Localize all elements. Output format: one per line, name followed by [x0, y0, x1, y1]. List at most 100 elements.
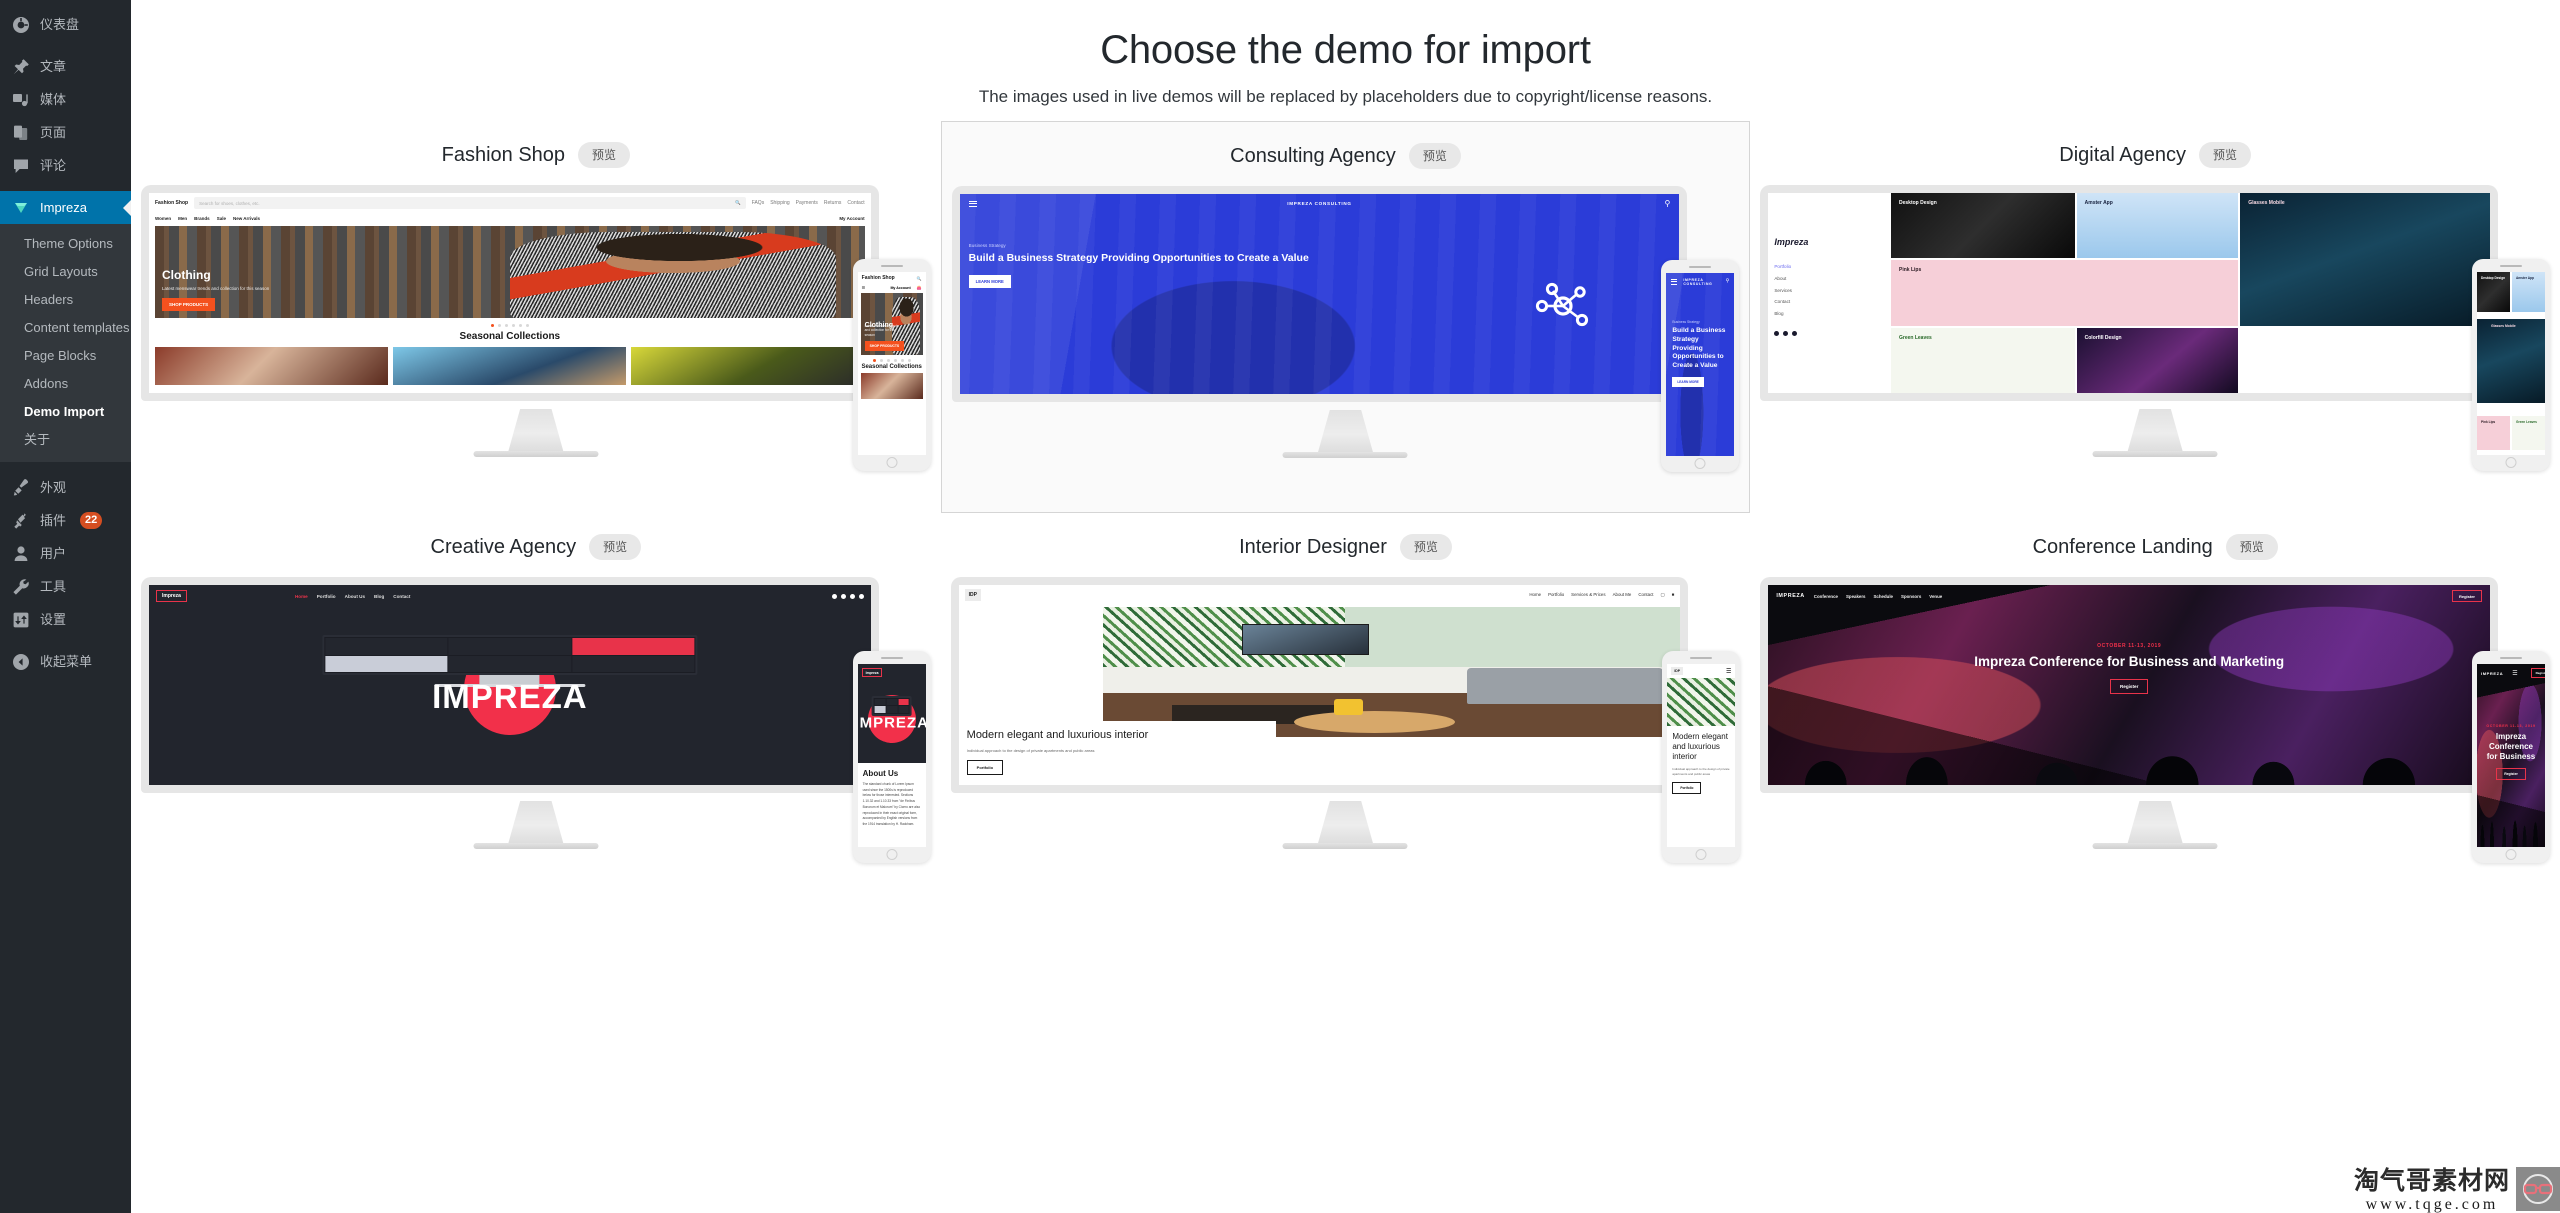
nav-link[interactable]: Men — [178, 216, 187, 221]
instagram-icon[interactable] — [1783, 330, 1789, 336]
slider-dot[interactable] — [490, 324, 494, 327]
demo-card-fashion-shop[interactable]: Fashion Shop 预览 Fashion Shop Search for … — [131, 121, 941, 513]
demo-card-creative-agency[interactable]: Creative Agency 预览 Impreza Home Portfoli… — [131, 513, 941, 873]
top-link[interactable]: FAQs — [752, 200, 765, 206]
nav-link[interactable]: Venue — [1929, 594, 1942, 599]
nav-link[interactable]: Blog — [1774, 308, 1885, 320]
hero-cta-button[interactable]: Register — [2496, 768, 2526, 780]
houzz-icon[interactable]: ■ — [1672, 592, 1675, 598]
submenu-item-about[interactable]: 关于 — [0, 426, 131, 454]
nav-link[interactable]: Women — [155, 216, 171, 221]
nav-link[interactable]: Home — [295, 594, 308, 599]
sidebar-item-posts[interactable]: 文章 — [0, 50, 131, 83]
top-link[interactable]: Contact — [847, 200, 864, 206]
portfolio-tile[interactable]: Desktop Design — [1891, 193, 2075, 259]
hamburger-icon[interactable]: ☰ — [1726, 668, 1731, 675]
search-icon[interactable]: 🔍 — [917, 276, 922, 281]
nav-link[interactable]: Conference — [1814, 594, 1838, 599]
hamburger-icon[interactable]: ☰ — [862, 285, 866, 290]
facebook-icon[interactable] — [831, 593, 837, 599]
submenu-item-addons[interactable]: Addons — [0, 370, 131, 398]
nav-link[interactable]: Portfolio — [317, 594, 336, 599]
sidebar-item-media[interactable]: 媒体 — [0, 83, 131, 116]
hero-cta-button[interactable]: SHOP PRODUCTS — [864, 341, 905, 351]
hamburger-icon[interactable] — [1671, 277, 1678, 286]
hero-cta-button[interactable]: LEARN MORE — [1672, 377, 1704, 388]
slider-dot[interactable] — [886, 359, 890, 362]
sidebar-item-tools[interactable]: 工具 — [0, 570, 131, 603]
slider-dot[interactable] — [518, 324, 522, 327]
portfolio-tile[interactable]: Colorfill Design — [2076, 327, 2239, 393]
collection-tile[interactable] — [155, 347, 389, 385]
submenu-item-page-blocks[interactable]: Page Blocks — [0, 342, 131, 370]
nav-link[interactable]: Contact — [1774, 296, 1885, 308]
sidebar-item-plugins[interactable]: 插件 22 — [0, 504, 131, 537]
portfolio-tile[interactable]: Green Leaves — [2512, 415, 2545, 450]
search-icon[interactable]: ⚲ — [1664, 199, 1670, 208]
nav-link[interactable]: Sale — [217, 216, 226, 221]
sidebar-item-impreza[interactable]: Impreza — [0, 191, 131, 224]
telegram-icon[interactable] — [1792, 330, 1798, 336]
portfolio-tile[interactable]: Amster App — [2512, 272, 2545, 312]
top-link[interactable]: Payments — [796, 200, 818, 206]
behance-icon[interactable] — [849, 593, 855, 599]
demo-card-consulting-agency[interactable]: Consulting Agency 预览 IMPREZA CONSULTING … — [940, 121, 1751, 513]
preview-button[interactable]: 预览 — [578, 142, 631, 168]
dribbble-icon[interactable] — [840, 593, 846, 599]
portfolio-tile[interactable]: Pink Lips — [1891, 260, 2239, 326]
slider-dot[interactable] — [497, 324, 501, 327]
sidebar-item-pages[interactable]: 页面 — [0, 116, 131, 149]
slider-dot[interactable] — [907, 359, 911, 362]
slider-dot[interactable] — [879, 359, 883, 362]
hero-cta-button[interactable]: Portfolio — [1672, 782, 1702, 794]
slider-dots[interactable] — [149, 318, 871, 329]
submenu-item-content-templates[interactable]: Content templates — [0, 314, 131, 342]
portfolio-tile[interactable]: Amster App — [2076, 193, 2239, 259]
nav-link[interactable]: Brands — [194, 216, 210, 221]
hero-cta-button[interactable]: LEARN MORE — [968, 275, 1011, 289]
register-button[interactable]: Register — [2451, 590, 2482, 602]
slider-dot[interactable] — [504, 324, 508, 327]
hero-cta-button[interactable]: Register — [2109, 678, 2149, 694]
register-button[interactable]: Register — [2530, 668, 2545, 678]
slider-dot[interactable] — [525, 324, 529, 327]
nav-link[interactable]: Contact — [393, 594, 410, 599]
portfolio-tile[interactable]: Green Leaves — [1891, 327, 2075, 393]
nav-link[interactable]: Portfolio — [1548, 592, 1564, 598]
hamburger-icon[interactable] — [968, 199, 977, 208]
collection-tile[interactable] — [393, 347, 627, 385]
account-link[interactable]: My Account — [839, 216, 864, 221]
nav-link[interactable]: About — [1774, 272, 1885, 284]
nav-link[interactable]: Schedule — [1873, 594, 1893, 599]
sketch-icon[interactable] — [858, 593, 864, 599]
nav-link[interactable]: Contact — [1638, 592, 1653, 598]
cart-icon[interactable]: 👛 — [917, 285, 922, 290]
portfolio-tile[interactable]: Glasses Mobile — [2477, 319, 2545, 404]
submenu-item-headers[interactable]: Headers — [0, 286, 131, 314]
nav-link[interactable]: Speakers — [1846, 594, 1866, 599]
nav-link[interactable]: About Us — [345, 594, 365, 599]
sidebar-item-settings[interactable]: 设置 — [0, 603, 131, 636]
submenu-item-demo-import[interactable]: Demo Import — [0, 398, 131, 426]
portfolio-tile[interactable]: Glasses Mobile — [2240, 193, 2490, 326]
demo-card-conference-landing[interactable]: Conference Landing 预览 IMPREZA Conference… — [1750, 513, 2560, 873]
account-link[interactable]: My Account — [890, 286, 910, 290]
collection-tile[interactable] — [860, 373, 923, 399]
preview-button[interactable]: 预览 — [2225, 534, 2278, 560]
slider-dot[interactable] — [511, 324, 515, 327]
sidebar-item-users[interactable]: 用户 — [0, 537, 131, 570]
sidebar-item-comments[interactable]: 评论 — [0, 149, 131, 182]
sidebar-item-dashboard[interactable]: 仪表盘 — [0, 8, 131, 41]
slider-dots[interactable] — [858, 355, 926, 363]
submenu-item-grid-layouts[interactable]: Grid Layouts — [0, 258, 131, 286]
sidebar-item-appearance[interactable]: 外观 — [0, 471, 131, 504]
collection-tile[interactable] — [631, 347, 865, 385]
site-search-field[interactable]: Search for shoes, clothes, etc. 🔍 — [194, 197, 746, 209]
demo-card-interior-designer[interactable]: Interior Designer 预览 IDP Home Portfolio … — [941, 513, 1751, 873]
nav-link[interactable]: Sponsors — [1901, 594, 1921, 599]
nav-link[interactable]: New Arrivals — [233, 216, 260, 221]
hero-cta-button[interactable]: SHOP PRODUCTS — [162, 298, 216, 311]
nav-link[interactable]: Services & Prices — [1571, 592, 1605, 598]
nav-link[interactable]: Services — [1774, 284, 1885, 296]
preview-button[interactable]: 预览 — [1399, 534, 1452, 560]
